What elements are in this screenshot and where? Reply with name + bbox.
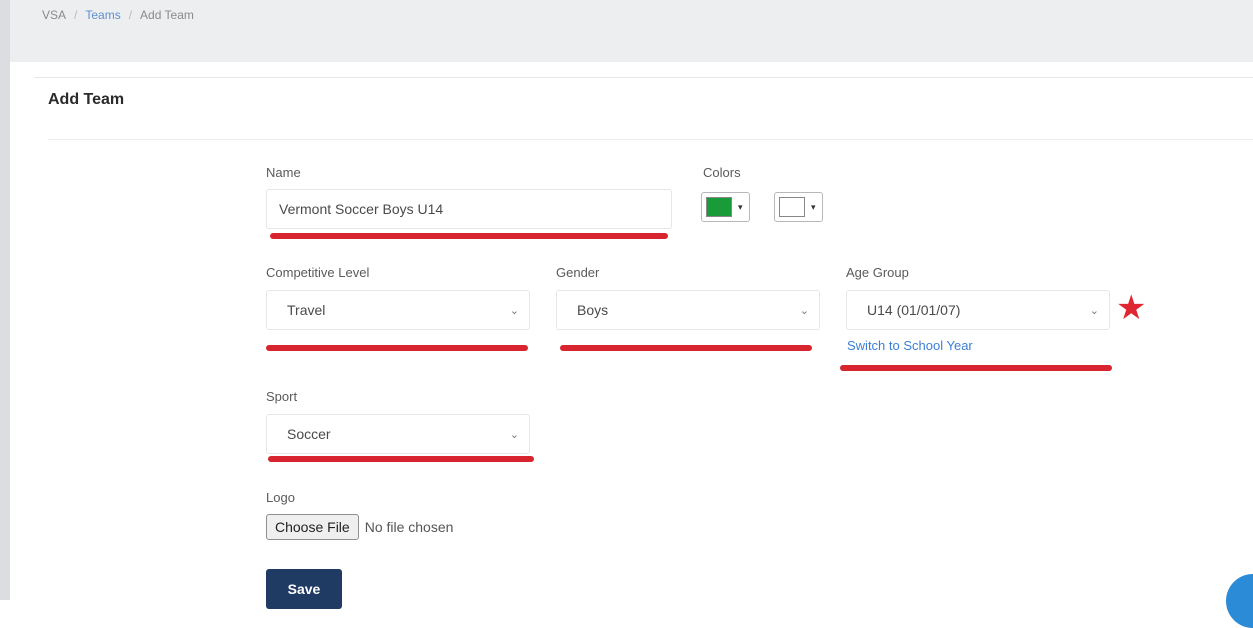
sport-label: Sport — [266, 389, 298, 404]
caret-down-icon: ▾ — [811, 201, 816, 212]
chevron-down-icon: ⌄ — [1089, 305, 1099, 317]
left-sidebar-strip — [0, 0, 10, 600]
sport-highlight-underline — [268, 456, 534, 462]
name-input[interactable]: Vermont Soccer Boys U14 — [266, 189, 672, 229]
breadcrumb-separator: / — [128, 8, 133, 22]
competitive-level-highlight-underline — [266, 345, 528, 351]
save-button[interactable]: Save — [266, 569, 342, 609]
gender-highlight-underline — [560, 345, 812, 351]
file-status-text: No file chosen — [364, 519, 454, 535]
gender-label: Gender — [556, 265, 600, 280]
logo-label: Logo — [266, 490, 295, 505]
name-input-value: Vermont Soccer Boys U14 — [279, 201, 444, 217]
secondary-color-swatch — [779, 197, 805, 217]
chevron-down-icon: ⌄ — [509, 429, 519, 441]
sport-value: Soccer — [287, 426, 331, 442]
breadcrumb-item-teams[interactable]: Teams — [85, 8, 120, 22]
gender-value: Boys — [577, 302, 609, 318]
choose-file-button[interactable]: Choose File — [266, 514, 359, 540]
chevron-down-icon: ⌄ — [509, 305, 519, 317]
caret-down-icon: ▾ — [738, 201, 743, 212]
breadcrumb: VSA / Teams / Add Team — [42, 8, 194, 22]
breadcrumb-item-vsa[interactable]: VSA — [42, 8, 66, 22]
top-bar: VSA / Teams / Add Team — [10, 0, 1253, 62]
secondary-color-picker[interactable]: ▾ — [774, 192, 823, 222]
breadcrumb-separator: / — [74, 8, 78, 22]
colors-label: Colors — [703, 165, 741, 180]
logo-file-input: Choose File No file chosen — [266, 514, 453, 540]
name-highlight-underline — [270, 233, 668, 239]
page-title: Add Team — [48, 91, 125, 108]
chevron-down-icon: ⌄ — [799, 305, 809, 317]
age-group-value: U14 (01/01/07) — [867, 302, 961, 318]
competitive-level-label: Competitive Level — [266, 265, 370, 280]
title-divider — [48, 139, 1253, 140]
age-group-select[interactable]: U14 (01/01/07) ⌄ — [846, 290, 1110, 330]
breadcrumb-item-current: Add Team — [140, 8, 194, 22]
primary-color-swatch — [706, 197, 732, 217]
star-icon: ★ — [1116, 289, 1147, 327]
sport-select[interactable]: Soccer ⌄ — [266, 414, 530, 454]
age-group-label: Age Group — [846, 265, 909, 280]
switch-to-school-year-link[interactable]: Switch to School Year — [847, 338, 973, 353]
age-group-highlight-underline — [840, 365, 1112, 371]
competitive-level-select[interactable]: Travel ⌄ — [266, 290, 530, 330]
primary-color-picker[interactable]: ▾ — [701, 192, 750, 222]
name-label: Name — [266, 165, 301, 180]
competitive-level-value: Travel — [287, 302, 326, 318]
gender-select[interactable]: Boys ⌄ — [556, 290, 820, 330]
